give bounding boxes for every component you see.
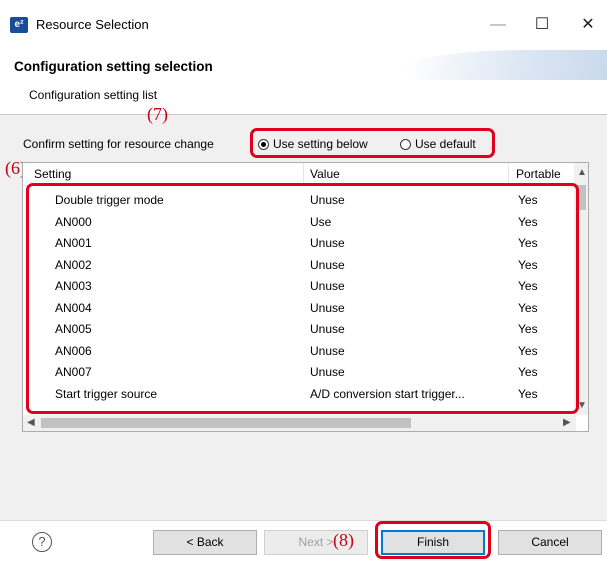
column-header-setting[interactable]: Setting <box>34 167 71 181</box>
window-title: Resource Selection <box>36 17 149 32</box>
cancel-button[interactable]: Cancel <box>498 530 602 555</box>
page-title: Configuration setting selection <box>14 59 213 74</box>
app-icon: e² <box>10 17 28 33</box>
finish-button[interactable]: Finish <box>381 530 485 555</box>
radio-selected-icon <box>258 138 269 150</box>
back-button[interactable]: < Back <box>153 530 257 555</box>
scroll-left-icon[interactable]: ◀ <box>27 417 35 428</box>
column-header-portable[interactable]: Portable <box>516 167 561 181</box>
radio-use-default[interactable]: Use default <box>400 136 476 152</box>
radio-label: Use default <box>415 137 476 151</box>
table-highlight-box <box>26 183 579 414</box>
column-header-value[interactable]: Value <box>310 167 340 181</box>
column-separator[interactable] <box>508 163 509 185</box>
radio-unselected-icon <box>400 138 411 150</box>
column-separator[interactable] <box>303 163 304 185</box>
footer-divider <box>0 520 607 521</box>
horizontal-scrollbar[interactable]: ◀ ▶ <box>23 415 576 431</box>
maximize-button[interactable]: ☐ <box>528 12 556 38</box>
scroll-up-icon[interactable]: ▲ <box>577 167 587 178</box>
horizontal-scroll-thumb[interactable] <box>41 418 411 428</box>
help-icon[interactable]: ? <box>32 532 52 552</box>
page-subtitle: Configuration setting list <box>29 88 158 102</box>
confirm-label: Confirm setting for resource change <box>23 137 214 151</box>
radio-label: Use setting below <box>273 137 368 151</box>
annotation-7: (7) <box>147 104 168 124</box>
annotation-8: (8) <box>333 530 354 550</box>
scroll-right-icon[interactable]: ▶ <box>563 417 571 428</box>
minimize-button[interactable]: — <box>484 12 512 38</box>
close-button[interactable]: ✕ <box>574 12 602 38</box>
radio-use-setting-below[interactable]: Use setting below <box>258 136 368 152</box>
